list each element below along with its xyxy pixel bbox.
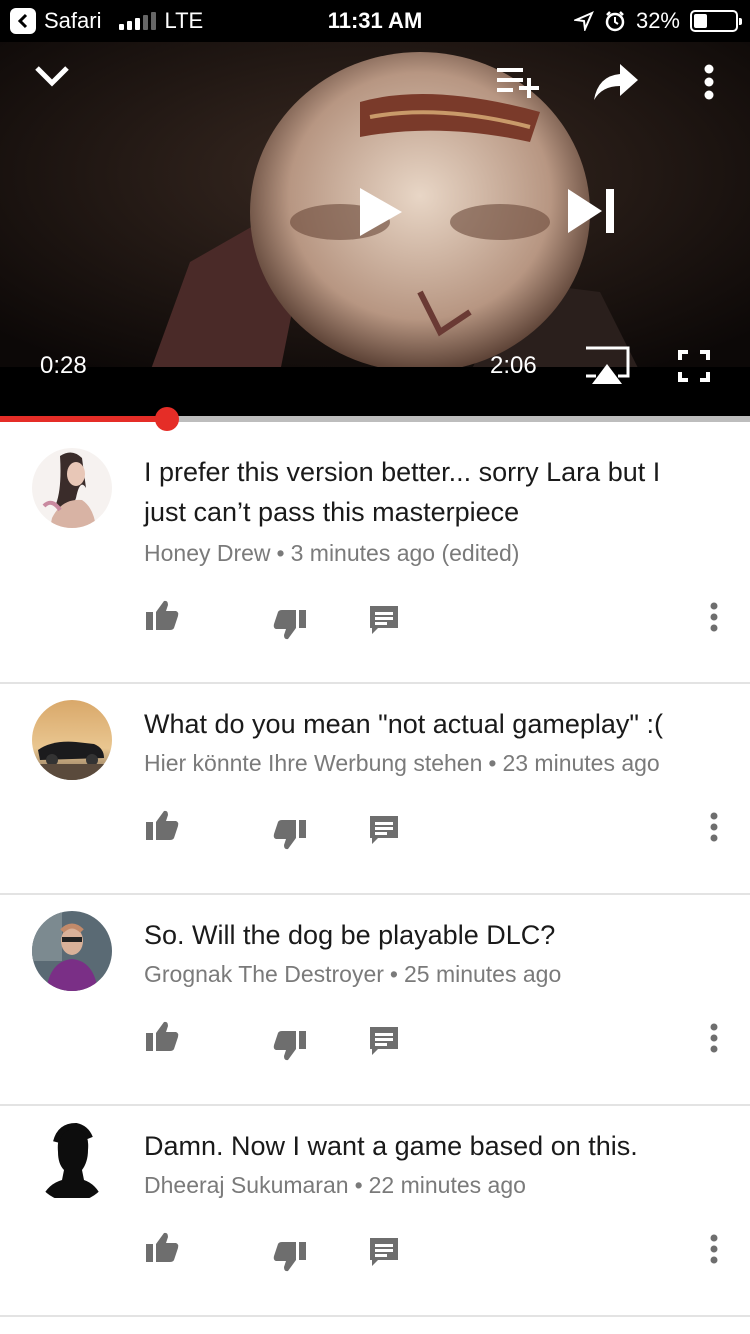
comment-more-icon[interactable] <box>696 1021 732 1057</box>
skip-next-icon[interactable] <box>566 187 616 235</box>
thumbs-up-icon[interactable] <box>144 808 180 844</box>
thumbs-down-icon[interactable] <box>272 1238 308 1274</box>
comment-more-icon[interactable] <box>696 600 732 636</box>
comment-text: What do you mean "not actual gameplay" :… <box>144 709 663 739</box>
thumbs-down-icon[interactable] <box>272 606 308 642</box>
comment-item: So. Will the dog be playable DLC? Grogna… <box>0 895 750 1106</box>
comment-time: 3 minutes ago (edited) <box>290 540 520 566</box>
fullscreen-icon[interactable] <box>678 350 710 382</box>
comment-actions <box>0 598 750 640</box>
duration-time: 2:06 <box>490 352 537 379</box>
play-icon[interactable] <box>358 186 404 238</box>
comment-actions <box>0 1230 750 1272</box>
more-vertical-icon[interactable] <box>703 64 715 100</box>
chevron-down-icon[interactable] <box>34 64 70 88</box>
comment-meta: Dheeraj Sukumaran • 22 minutes ago <box>144 1172 526 1198</box>
comment-author[interactable]: Hier könnte Ihre Werbung stehen <box>144 750 482 776</box>
comment-more-icon[interactable] <box>696 810 732 846</box>
avatar[interactable] <box>32 911 112 991</box>
thumbs-up-icon[interactable] <box>144 1230 180 1266</box>
location-icon <box>573 11 594 31</box>
alarm-icon <box>605 11 625 32</box>
thumbs-up-icon[interactable] <box>144 1019 180 1055</box>
reply-icon[interactable] <box>366 1234 402 1270</box>
thumbs-down-icon[interactable] <box>272 1027 308 1063</box>
comment-item: Damn. Now I want a game based on this. D… <box>0 1106 750 1317</box>
progress-played <box>0 416 167 422</box>
comment-meta: Grognak The Destroyer • 25 minutes ago <box>144 961 562 987</box>
battery-percent: 32% <box>635 8 680 33</box>
comment-text: I prefer this version better... sorry La… <box>144 457 661 527</box>
player-control-bar <box>0 367 750 418</box>
progress-scrubber[interactable] <box>154 407 179 431</box>
thumbs-up-icon[interactable] <box>144 598 180 634</box>
comment-author[interactable]: Grognak The Destroyer <box>144 961 384 987</box>
comment-text: So. Will the dog be playable DLC? <box>144 920 556 950</box>
comment-author[interactable]: Dheeraj Sukumaran <box>144 1172 349 1198</box>
comment-meta: Honey Drew • 3 minutes ago (edited) <box>144 540 520 566</box>
avatar[interactable] <box>32 448 112 528</box>
comment-actions <box>0 1019 750 1061</box>
reply-icon[interactable] <box>366 812 402 848</box>
share-icon[interactable] <box>592 62 640 102</box>
airplay-icon[interactable] <box>584 346 630 386</box>
avatar[interactable] <box>32 1122 112 1202</box>
comment-actions <box>0 808 750 850</box>
video-player[interactable]: 0:28 2:06 <box>0 42 750 418</box>
video-progress-bar[interactable] <box>0 407 750 431</box>
comment-more-icon[interactable] <box>696 1232 732 1268</box>
battery-level <box>694 14 707 28</box>
comment-time: 22 minutes ago <box>368 1172 526 1198</box>
elapsed-time: 0:28 <box>40 352 87 379</box>
avatar[interactable] <box>32 700 112 780</box>
thumbs-down-icon[interactable] <box>272 816 308 852</box>
comment-item: What do you mean "not actual gameplay" :… <box>0 684 750 895</box>
comment-text: Damn. Now I want a game based on this. <box>144 1131 638 1161</box>
playlist-add-icon[interactable] <box>497 66 539 98</box>
comment-item: I prefer this version better... sorry La… <box>0 432 750 684</box>
comment-author[interactable]: Honey Drew <box>144 540 271 566</box>
comments-list: I prefer this version better... sorry La… <box>0 432 750 1317</box>
status-bar: Safari LTE 11:31 AM 32% <box>0 0 750 42</box>
comment-time: 23 minutes ago <box>502 750 660 776</box>
reply-icon[interactable] <box>366 602 402 638</box>
comment-time: 25 minutes ago <box>403 961 562 987</box>
battery-icon <box>690 10 742 32</box>
comment-meta: Hier könnte Ihre Werbung stehen • 23 minut… <box>144 750 660 776</box>
reply-icon[interactable] <box>366 1023 402 1059</box>
